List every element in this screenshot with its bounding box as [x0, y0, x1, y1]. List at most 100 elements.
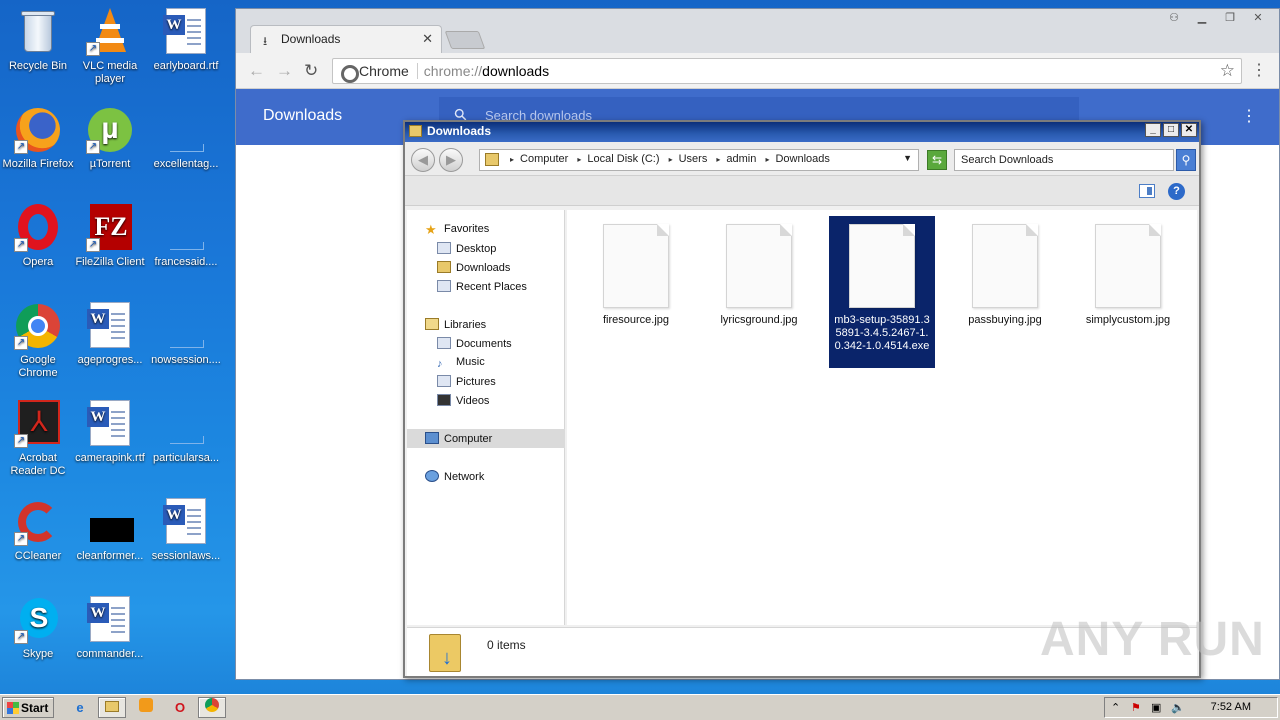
nav-recent-places[interactable]: Recent Places — [437, 277, 527, 296]
explorer-taskbar-button[interactable] — [98, 697, 126, 718]
reload-icon[interactable]: ↻ — [304, 61, 318, 81]
skype-icon: S ↗ — [14, 596, 62, 644]
desktop-icon-commander[interactable]: W commander... — [72, 596, 148, 661]
desktop-icon-particularsa[interactable]: particularsa... — [148, 400, 224, 465]
desktop-icon-camerapink[interactable]: W camerapink.rtf — [72, 400, 148, 465]
file-item[interactable]: firesource.jpg — [583, 216, 689, 327]
vlc-cone-icon: ↗ — [86, 8, 134, 56]
back-arrow-icon[interactable]: ← — [248, 61, 265, 81]
word-document-icon: W — [86, 400, 134, 448]
file-item-selected[interactable]: mb3-setup-35891.35891-3.4.5.2467-1.0.342… — [829, 216, 935, 368]
downloads-menu-icon[interactable]: ⋮ — [1241, 106, 1257, 126]
chrome-taskbar-button[interactable] — [198, 697, 226, 718]
desktop-icon-nowsession[interactable]: nowsession.... — [148, 302, 224, 367]
maximize-button[interactable]: □ — [1163, 123, 1179, 137]
profile-icon[interactable]: ⚇ — [1161, 9, 1187, 27]
downloads-folder-icon — [429, 634, 461, 672]
minimize-button[interactable]: _ — [1145, 123, 1161, 137]
close-button[interactable]: ✕ — [1181, 123, 1197, 137]
explorer-titlebar[interactable]: Downloads _ □ ✕ — [405, 122, 1199, 142]
search-input[interactable]: Search Downloads — [954, 149, 1174, 171]
forward-arrow-icon[interactable]: → — [276, 61, 293, 81]
desktop-icon-filezilla[interactable]: FZ ↗ FileZilla Client — [72, 204, 148, 269]
anyrun-watermark: ANY RUN — [1040, 613, 1265, 666]
start-button[interactable]: Start — [2, 697, 54, 718]
chrome-menu-icon[interactable]: ⋮ — [1251, 60, 1267, 80]
nav-documents[interactable]: Documents — [437, 334, 512, 353]
nav-libraries[interactable]: Libraries — [425, 315, 486, 334]
internet-explorer-icon[interactable]: e — [66, 697, 94, 718]
nav-music[interactable]: ♪ Music — [437, 353, 485, 372]
bookmark-star-icon[interactable]: ☆ — [1220, 61, 1235, 81]
opera-taskbar-icon[interactable]: O — [166, 697, 194, 718]
desktop-icon — [437, 242, 451, 254]
desktop-icon-francesaid[interactable]: francesaid.... — [148, 204, 224, 269]
image-file-icon — [1095, 224, 1161, 308]
firefox-icon: ↗ — [14, 106, 62, 154]
forward-button[interactable]: ▶ — [439, 148, 463, 172]
url-path: downloads — [482, 63, 550, 79]
media-player-icon[interactable] — [132, 697, 160, 718]
folder-icon — [409, 125, 422, 137]
help-icon[interactable]: ? — [1168, 183, 1185, 200]
desktop-icon-chrome[interactable]: ↗ Google Chrome — [0, 302, 76, 380]
nav-computer[interactable]: Computer — [407, 429, 565, 448]
close-tab-icon[interactable]: ✕ — [422, 31, 433, 47]
address-bar[interactable]: Chrome chrome://downloads ☆ — [332, 58, 1242, 84]
desktop-icon-earlyboard[interactable]: W earlyboard.rtf — [148, 8, 224, 73]
nav-network[interactable]: Network — [425, 467, 484, 486]
desktop-icon-opera[interactable]: ↗ Opera — [0, 204, 76, 269]
desktop-icon-firefox[interactable]: ↗ Mozilla Firefox — [0, 106, 76, 171]
desktop-icon-ccleaner[interactable]: ↗ CCleaner — [0, 498, 76, 563]
nav-desktop[interactable]: Desktop — [437, 239, 496, 258]
show-hidden-icons[interactable]: ⌃ — [1111, 701, 1120, 714]
close-window-button[interactable]: ✕ — [1245, 9, 1271, 27]
desktop-icon-acrobat[interactable]: ⅄ ↗ Acrobat Reader DC — [0, 400, 76, 478]
preview-pane-icon[interactable] — [1139, 184, 1155, 198]
file-item[interactable]: passbuying.jpg — [952, 216, 1058, 327]
restore-button[interactable]: ❐ — [1217, 9, 1243, 27]
desktop-icon-cleanformer[interactable]: cleanformer... — [72, 498, 148, 563]
breadcrumb[interactable]: Computer Local Disk (C:) Users admin Dow… — [479, 149, 919, 171]
breadcrumb-users[interactable]: Users — [669, 153, 708, 165]
desktop-icon-utorrent[interactable]: µ ↗ µTorrent — [72, 106, 148, 171]
minimize-button[interactable]: ▁ — [1189, 9, 1215, 27]
desktop-icon-excellentag[interactable]: excellentag... — [148, 106, 224, 171]
ccleaner-icon: ↗ — [14, 498, 62, 546]
nav-downloads[interactable]: Downloads — [437, 258, 510, 277]
security-alert-icon[interactable]: ⚑ — [1131, 701, 1141, 714]
item-count: 0 items — [487, 638, 526, 652]
breadcrumb-local-disk[interactable]: Local Disk (C:) — [577, 153, 659, 165]
downloads-folder-icon — [437, 261, 451, 273]
breadcrumb-admin[interactable]: admin — [716, 153, 756, 165]
tab-downloads[interactable]: ⭳ Downloads ✕ — [250, 25, 442, 53]
file-item[interactable]: lyricsground.jpg — [706, 216, 812, 327]
network-tray-icon[interactable]: ▣ — [1151, 701, 1161, 714]
desktop-icon-sessionlaws[interactable]: W sessionlaws... — [148, 498, 224, 563]
desktop-icon-ageprogres[interactable]: W ageprogres... — [72, 302, 148, 367]
computer-icon — [425, 432, 439, 444]
word-document-icon: W — [86, 302, 134, 350]
breadcrumb-downloads[interactable]: Downloads — [765, 153, 829, 165]
breadcrumb-computer[interactable]: Computer — [510, 153, 568, 165]
clock[interactable]: 7:52 AM — [1211, 701, 1251, 713]
blank-file-icon — [162, 302, 210, 350]
nav-videos[interactable]: Videos — [437, 391, 489, 410]
documents-icon — [437, 337, 451, 349]
search-icon[interactable]: ⚲ — [1176, 149, 1196, 171]
nav-pictures[interactable]: Pictures — [437, 372, 496, 391]
blank-file-icon — [162, 204, 210, 252]
desktop-icon-skype[interactable]: S ↗ Skype — [0, 596, 76, 661]
chrome-toolbar: ← → ↻ Chrome chrome://downloads ☆ ⋮ — [236, 53, 1279, 89]
nav-favorites[interactable]: ★ Favorites — [425, 220, 489, 239]
file-item[interactable]: simplycustom.jpg — [1075, 216, 1181, 327]
volume-icon[interactable]: 🔈 — [1171, 701, 1185, 714]
new-tab-button[interactable] — [444, 31, 486, 49]
url-scheme: chrome:// — [423, 63, 483, 79]
desktop-icon-recycle-bin[interactable]: Recycle Bin — [0, 8, 76, 73]
back-button[interactable]: ◀ — [411, 148, 435, 172]
desktop-icon-vlc[interactable]: ↗ VLC media player — [72, 8, 148, 86]
image-file-icon — [603, 224, 669, 308]
chevron-down-icon[interactable]: ▼ — [903, 153, 912, 163]
refresh-icon[interactable]: ⇆ — [927, 150, 947, 170]
